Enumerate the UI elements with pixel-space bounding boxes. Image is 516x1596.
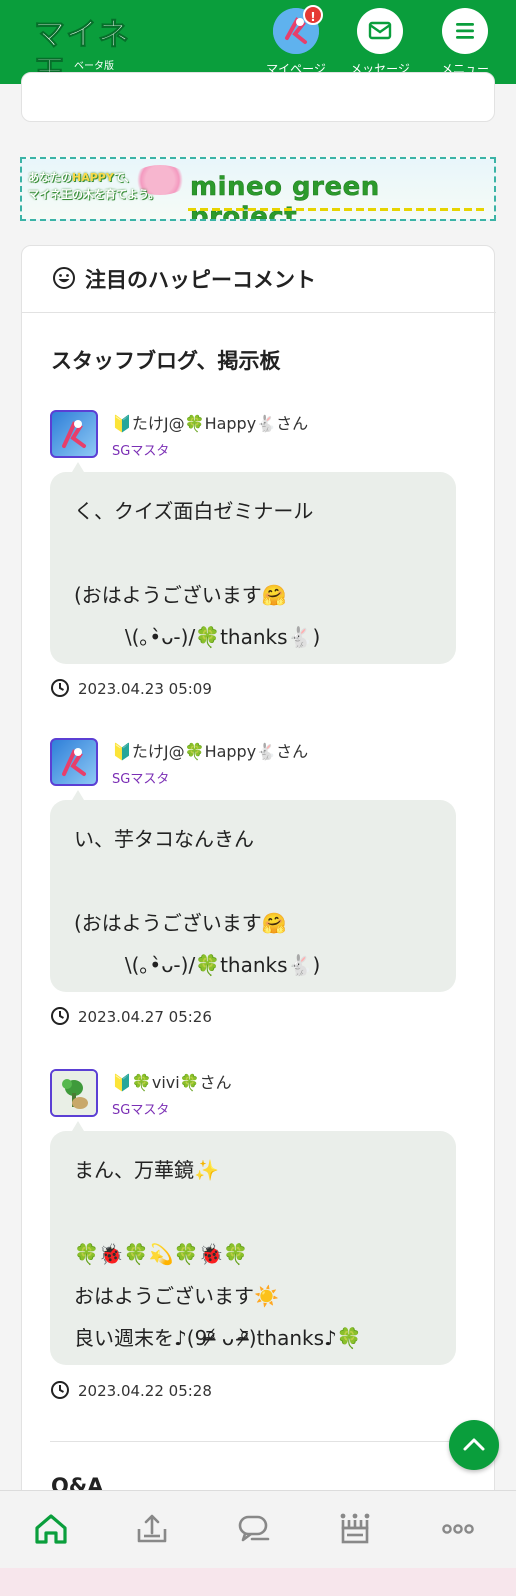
- nav-message[interactable]: メッセージ: [342, 8, 418, 80]
- scroll-top-button[interactable]: [449, 1420, 499, 1470]
- comment-line: まん、万華鏡✨: [74, 1158, 219, 1182]
- chat-icon: [238, 1515, 270, 1542]
- clock-icon: [51, 1381, 69, 1399]
- banner-line2: マイネ王の木を育てよう。: [28, 188, 160, 201]
- card-title: 注目のハッピーコメント: [85, 268, 316, 292]
- comment-timestamp: 2023.04.23 05:09: [78, 680, 212, 698]
- comment-item[interactable]: 🔰たけJ@🍀Happy🐇さん SGマスタ く、クイズ面白ゼミナール (おはようご…: [50, 410, 470, 700]
- chevron-up-icon: [463, 1438, 485, 1451]
- user-avatar[interactable]: [50, 1069, 98, 1117]
- comment-bubble[interactable]: い、芋タコなんきん (おはようございます🤗 \(｡•̀ᴗ-)/🍀thanks🐇): [50, 800, 456, 992]
- bottom-strip: [0, 1568, 516, 1596]
- nav-ranking[interactable]: [335, 1509, 375, 1549]
- more-icon: [442, 1524, 474, 1534]
- user-avatar[interactable]: [50, 738, 98, 786]
- comment-bubble[interactable]: く、クイズ面白ゼミナール (おはようございます🤗 \(｡•̀ᴗ-)/🍀thank…: [50, 472, 456, 664]
- nav-menu[interactable]: メニュー: [427, 8, 503, 80]
- section-title: スタッフブログ、掲示板: [51, 349, 281, 373]
- nav-chat[interactable]: [234, 1509, 274, 1549]
- nav-home[interactable]: [31, 1509, 71, 1549]
- bubble-tail: [72, 1121, 84, 1131]
- logo[interactable]: マイネ王 ベータ版: [34, 16, 156, 92]
- comment-line: (おはようございます🤗: [74, 583, 287, 607]
- comment-line: \(｡•̀ᴗ-)/🍀thanks🐇): [74, 625, 321, 649]
- comment-item[interactable]: 🔰🍀vivi🍀さん SGマスタ まん、万華鏡✨ 🍀🐞🍀💫🍀🐞🍀 おはようございま…: [50, 1069, 470, 1409]
- nav-more[interactable]: [438, 1509, 478, 1549]
- avatar-image-icon: [62, 748, 86, 776]
- mypage-avatar: !: [273, 5, 323, 54]
- happy-comment-card: 注目のハッピーコメント スタッフブログ、掲示板 🔰たけJ@🍀Happy🐇さん S…: [21, 245, 496, 1505]
- banner-line1-pre: あなたの: [28, 171, 72, 184]
- banner-happy: HAPPY: [72, 171, 114, 184]
- comment-line: 🍀🐞🍀💫🍀🐞🍀: [74, 1242, 249, 1266]
- comment-time: 2023.04.22 05:28: [50, 1380, 212, 1400]
- green-project-banner[interactable]: あなたのHAPPYで、 マイネ王の木を育てよう。 mineo green pro…: [20, 157, 496, 221]
- bubble-tail: [72, 790, 84, 800]
- banner-caption: あなたのHAPPYで、 マイネ王の木を育てよう。: [28, 169, 178, 203]
- message-circle: [357, 8, 403, 54]
- user-role: SGマスタ: [112, 1103, 170, 1118]
- user-role: SGマスタ: [112, 772, 170, 787]
- user-name[interactable]: 🔰🍀vivi🍀さん: [112, 1069, 232, 1093]
- comment-line: おはようございます☀️: [74, 1284, 279, 1308]
- comment-line: [74, 532, 432, 574]
- comment-item[interactable]: 🔰たけJ@🍀Happy🐇さん SGマスタ い、芋タコなんきん (おはようございま…: [50, 738, 470, 1028]
- comment-time: 2023.04.27 05:26: [50, 1006, 212, 1026]
- bottom-nav: [0, 1490, 516, 1568]
- upload-icon: [137, 1514, 167, 1543]
- comment-bubble[interactable]: まん、万華鏡✨ 🍀🐞🍀💫🍀🐞🍀 おはようございます☀️ 良い週末を♪(9ᵒ̴̶̷…: [50, 1131, 456, 1365]
- comment-line: く、クイズ面白ゼミナール: [74, 499, 314, 523]
- comment-timestamp: 2023.04.22 05:28: [78, 1382, 212, 1400]
- mail-icon: [368, 21, 392, 40]
- comment-line: [74, 860, 432, 902]
- section-divider: [50, 1441, 470, 1442]
- notification-badge: !: [303, 5, 323, 25]
- user-avatar[interactable]: [50, 410, 98, 458]
- card-header: 注目のハッピーコメント: [22, 246, 496, 313]
- comment-line: (おはようございます🤗: [74, 911, 287, 935]
- smile-icon: [53, 267, 75, 289]
- clock-icon: [51, 1007, 69, 1025]
- comment-time: 2023.04.23 05:09: [50, 678, 212, 698]
- menu-circle: [442, 8, 488, 54]
- nav-post[interactable]: [132, 1509, 172, 1549]
- logo-sub: ベータ版: [74, 61, 114, 72]
- previous-card: [21, 72, 495, 122]
- clock-icon: [51, 679, 69, 697]
- crown-icon: [340, 1513, 370, 1544]
- home-icon: [35, 1514, 67, 1544]
- user-role: SGマスタ: [112, 444, 170, 459]
- bubble-tail: [72, 462, 84, 472]
- banner-stripe: [188, 208, 486, 211]
- comment-line: い、芋タコなんきん: [74, 827, 254, 851]
- banner-line1-post: で、: [113, 171, 136, 184]
- comment-timestamp: 2023.04.27 05:26: [78, 1008, 212, 1026]
- hamburger-icon: [456, 23, 474, 39]
- avatar-image-icon: [52, 1071, 96, 1115]
- nav-mypage[interactable]: ! マイページ: [258, 5, 334, 80]
- banner-title: mineo green project: [190, 172, 380, 221]
- avatar-image-icon: [62, 420, 86, 448]
- comment-line: 良い週末を♪(9ᵒ̴̶̷᷄ ᴗ ᵒ̴̶̷᷅)thanks♪🍀: [74, 1326, 362, 1350]
- user-name[interactable]: 🔰たけJ@🍀Happy🐇さん: [112, 738, 308, 762]
- user-name[interactable]: 🔰たけJ@🍀Happy🐇さん: [112, 410, 308, 434]
- comment-line: \(｡•̀ᴗ-)/🍀thanks🐇): [74, 953, 321, 977]
- comment-line: [74, 1191, 432, 1233]
